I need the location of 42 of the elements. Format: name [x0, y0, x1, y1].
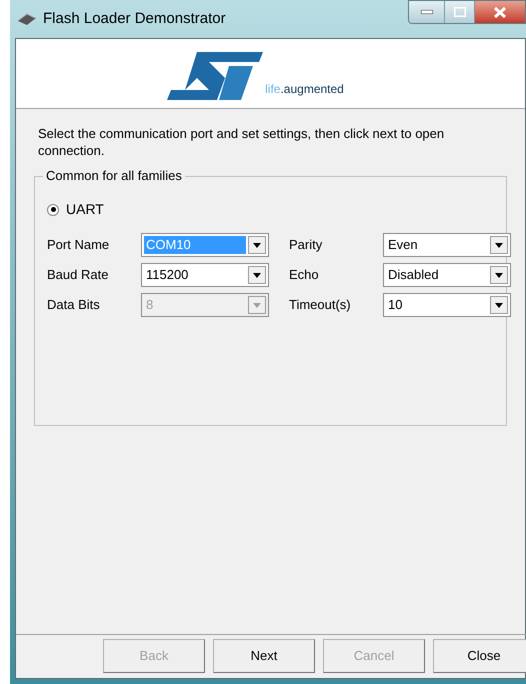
dropdown-arrow-button[interactable] — [248, 266, 266, 284]
uart-radio[interactable]: UART — [47, 199, 494, 220]
dropdown[interactable]: Even — [383, 233, 511, 257]
field-label: Parity — [289, 236, 324, 254]
window-title: Flash Loader Demonstrator — [43, 8, 226, 29]
dropdown[interactable]: 115200 — [141, 263, 269, 287]
field-label: Timeout(s) — [289, 296, 352, 314]
wizard-button[interactable]: Next — [213, 638, 315, 672]
caret-icon — [253, 272, 261, 278]
dropdown-value: 10 — [387, 296, 404, 314]
maximize-icon — [454, 7, 466, 17]
close-icon — [494, 6, 506, 18]
dropdown-value: 8 — [145, 296, 154, 314]
caret-icon — [495, 272, 503, 278]
wizard-button[interactable]: Close — [433, 638, 526, 672]
field-label: Port Name — [47, 236, 110, 254]
logo-icon — [167, 50, 264, 102]
radio-icon[interactable] — [47, 204, 59, 216]
maximize-button[interactable] — [445, 1, 475, 23]
minimize-icon — [420, 10, 432, 14]
caret-icon — [253, 242, 261, 248]
dropdown[interactable]: 10 — [383, 293, 511, 317]
logo-tagline: life.augmented — [265, 81, 344, 98]
field-label: Baud Rate — [47, 266, 110, 284]
dropdown-arrow-button[interactable] — [248, 236, 266, 254]
minimize-button[interactable] — [409, 1, 445, 23]
dropdown-arrow-button[interactable] — [490, 266, 508, 284]
close-button[interactable] — [475, 1, 525, 23]
instructions-text: Select the communication port and set settings, then click next to open connection. — [38, 125, 446, 159]
chip-icon — [17, 12, 37, 26]
dropdown-arrow-button[interactable] — [490, 296, 508, 314]
field-label: Data Bits — [47, 296, 101, 314]
dropdown-value: 115200 — [145, 266, 190, 284]
field-label: Echo — [289, 266, 320, 284]
dropdown-arrow-button[interactable] — [490, 236, 508, 254]
dropdown-value: Even — [387, 236, 419, 254]
caret-icon — [495, 242, 503, 248]
dropdown-value: Disabled — [387, 266, 440, 284]
caret-icon — [253, 302, 261, 308]
dropdown[interactable]: Disabled — [383, 263, 511, 287]
caret-icon — [495, 302, 503, 308]
dropdown-value: COM10 — [144, 236, 246, 254]
